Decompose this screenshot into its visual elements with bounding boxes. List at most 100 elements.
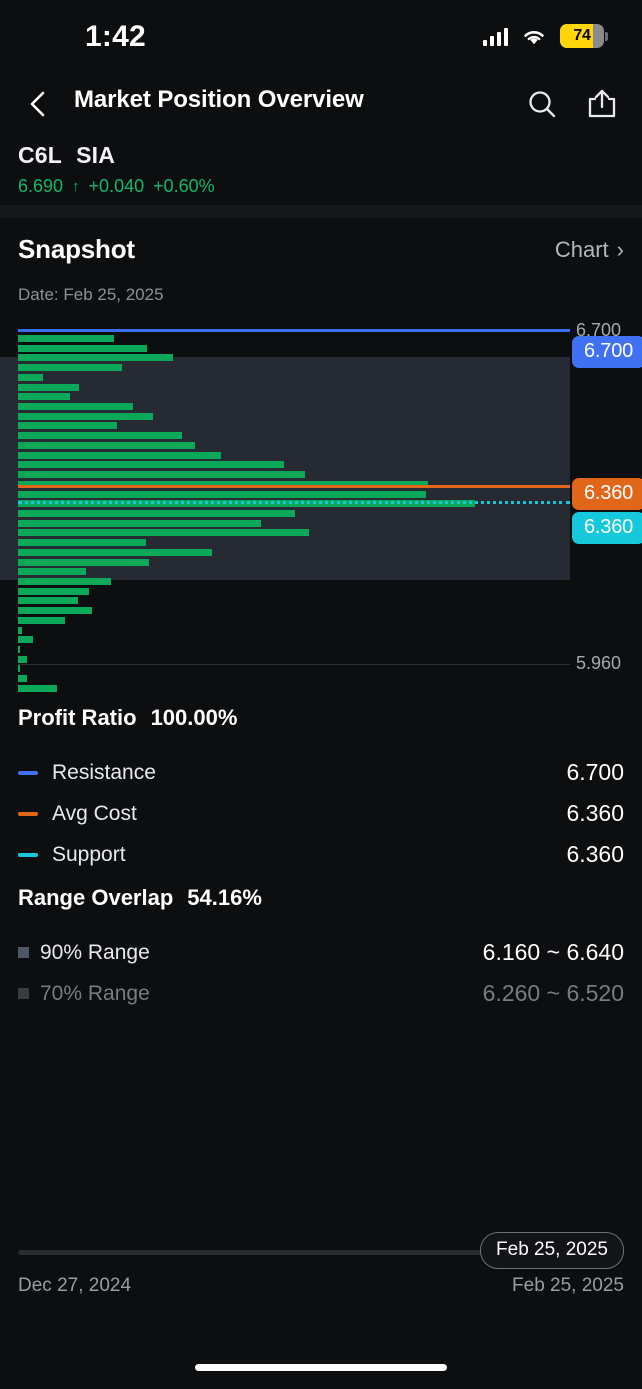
ticker-block[interactable]: C6L SIA 6.690 ↑ +0.040 +0.60% <box>18 142 215 197</box>
profit-ratio-value: 100.00% <box>150 705 238 730</box>
chart-bar <box>18 441 196 449</box>
axis-bottom-label: 5.960 <box>576 653 622 673</box>
reference-line-resistance <box>18 329 570 332</box>
chart-bar <box>18 529 309 537</box>
back-button[interactable] <box>16 82 60 126</box>
battery-percent: 74 <box>573 27 591 44</box>
ticker-name: SIA <box>76 142 116 168</box>
axis-top-ghost-label: 6.700 <box>576 320 622 340</box>
chart-bar <box>18 607 92 615</box>
chart-bar <box>18 354 173 362</box>
price-tag-support: 6.360 <box>572 512 642 544</box>
resistance-swatch-icon <box>18 770 38 775</box>
chart-bar <box>18 568 86 576</box>
ticker-change: +0.040 <box>88 176 145 196</box>
ticker-quote: 6.690 ↑ +0.040 +0.60% <box>18 176 215 197</box>
stat-label: Resistance <box>52 760 156 784</box>
slider-start-label: Dec 27, 2024 <box>18 1275 132 1296</box>
page-title: Market Position Overview <box>74 86 364 113</box>
section-divider <box>0 205 642 218</box>
status-bar: 1:42 74 <box>0 0 642 70</box>
chart-bar <box>18 578 112 585</box>
chip-distribution-chart[interactable]: 6.700 6.360 6.360 6.700 5.960 <box>0 320 642 692</box>
status-icons: 74 <box>482 24 608 48</box>
profit-ratio-header: Profit Ratio 100.00% <box>18 705 624 731</box>
chart-bar <box>18 558 150 566</box>
stat-value: 6.360 <box>566 841 624 867</box>
chart-bar <box>18 548 212 556</box>
chart-bar <box>18 665 20 673</box>
chart-bar <box>18 539 147 547</box>
stat-row-range-70: 70% Range 6.260 ~ 6.520 <box>18 973 624 1014</box>
chart-bar <box>18 655 28 663</box>
avg-cost-swatch-icon <box>18 811 38 816</box>
share-icon[interactable] <box>580 82 624 126</box>
range-overlap-value: 54.16% <box>187 885 262 910</box>
chart-bar <box>18 393 70 401</box>
chart-bar <box>18 597 79 605</box>
chart-bar <box>18 587 89 595</box>
stat-label: 90% Range <box>40 940 150 964</box>
range-90-swatch-icon <box>18 947 29 958</box>
snapshot-date: Date: Feb 25, 2025 <box>18 285 164 304</box>
range-70-swatch-icon <box>18 988 29 999</box>
chart-bar <box>18 519 261 527</box>
chart-bar <box>18 636 34 644</box>
chart-bar <box>18 373 43 381</box>
chart-bar <box>18 684 57 692</box>
stat-value: 6.700 <box>566 759 624 785</box>
cellular-bars-icon <box>482 27 508 46</box>
chart-bar <box>18 403 133 411</box>
chart-bar <box>18 432 182 440</box>
chart-bar <box>18 344 147 352</box>
ticker-change-percent: +0.60% <box>153 176 215 196</box>
trend-up-icon: ↑ <box>72 178 80 195</box>
stat-row-range-90: 90% Range 6.160 ~ 6.640 <box>18 932 624 973</box>
home-indicator <box>195 1364 447 1371</box>
ticker-identity: C6L SIA <box>18 142 215 169</box>
ticker-code: C6L <box>18 142 63 168</box>
stat-row-resistance: Resistance 6.700 <box>18 752 624 793</box>
chart-bar <box>18 335 115 342</box>
support-swatch-icon <box>18 852 38 857</box>
profit-ratio-section: Profit Ratio 100.00% Resistance 6.700 Av… <box>18 705 624 875</box>
stat-label: Support <box>52 842 126 866</box>
slider-range-labels: Dec 27, 2024 Feb 25, 2025 <box>18 1275 624 1297</box>
chart-bar <box>18 471 305 479</box>
slider-thumb[interactable]: Feb 25, 2025 <box>480 1232 624 1269</box>
slider-end-label: Feb 25, 2025 <box>512 1275 624 1296</box>
chart-bar <box>18 646 20 654</box>
reference-line-avg-cost <box>18 485 570 488</box>
chart-bar <box>18 461 285 469</box>
chart-bar <box>18 490 426 498</box>
chart-bar <box>18 412 154 420</box>
chart-bar <box>18 626 23 634</box>
status-time: 1:42 <box>85 20 146 53</box>
chart-bar <box>18 364 122 372</box>
chart-bar <box>18 675 28 683</box>
search-icon[interactable] <box>520 82 564 126</box>
chart-bar <box>18 509 295 517</box>
reference-line-support <box>18 501 570 504</box>
stat-label: 70% Range <box>40 981 150 1005</box>
price-tag-avg-cost: 6.360 <box>572 478 642 510</box>
snapshot-header: Snapshot Chart › <box>18 234 624 268</box>
chart-bar <box>18 422 117 430</box>
stat-row-support: Support 6.360 <box>18 834 624 875</box>
chart-bars <box>0 325 642 692</box>
chart-link[interactable]: Chart › <box>555 237 624 263</box>
date-slider[interactable]: Feb 25, 2025 <box>18 1232 624 1270</box>
range-overlap-label: Range Overlap <box>18 885 174 910</box>
chevron-right-icon: › <box>616 237 624 262</box>
chart-bar <box>18 383 79 391</box>
profit-ratio-label: Profit Ratio <box>18 705 137 730</box>
range-overlap-section: Range Overlap 54.16% 90% Range 6.160 ~ 6… <box>18 885 624 1014</box>
chart-bar <box>18 616 66 624</box>
range-overlap-header: Range Overlap 54.16% <box>18 885 624 911</box>
stat-value: 6.360 <box>566 800 624 826</box>
ticker-price: 6.690 <box>18 176 64 196</box>
nav-bar: Market Position Overview <box>0 78 642 130</box>
chart-axis-line <box>18 664 570 665</box>
snapshot-title: Snapshot <box>18 234 135 264</box>
stat-value: 6.160 ~ 6.640 <box>482 939 624 965</box>
